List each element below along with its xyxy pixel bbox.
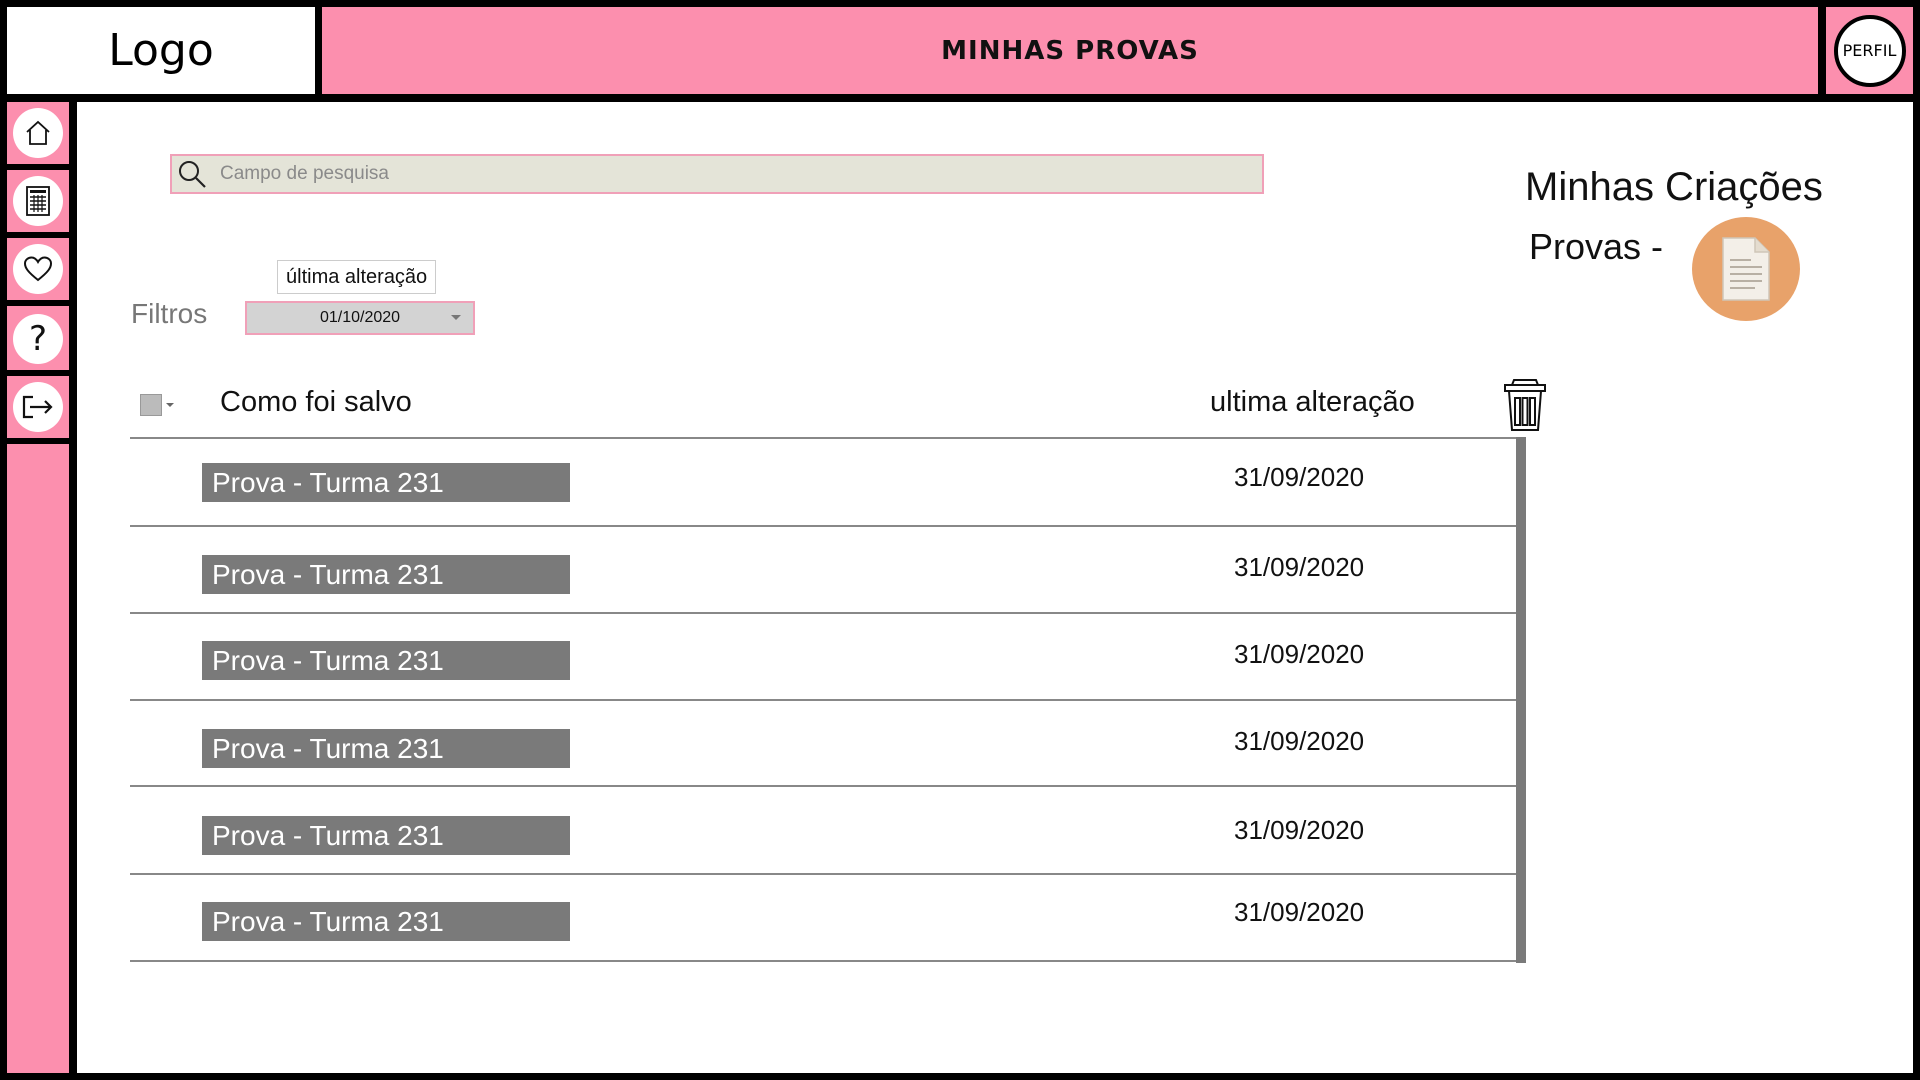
title-bar: MINHAS PROVAS <box>322 7 1818 94</box>
table-row-date: 31/09/2020 <box>1234 639 1365 669</box>
new-exam-button[interactable] <box>1692 217 1800 321</box>
sidebar-item-help[interactable]: ? <box>7 308 69 370</box>
sidebar-item-documents[interactable] <box>7 170 69 232</box>
row-divider <box>130 785 1525 787</box>
sidebar-item-favorites[interactable] <box>7 238 69 300</box>
app-frame: Logo MINHAS PROVAS PERFIL ? Campo de pes… <box>0 0 1920 1080</box>
heart-icon <box>13 244 63 294</box>
row-divider <box>130 437 1525 439</box>
creations-subtitle: Provas - <box>1529 226 1664 267</box>
main-content: última alteração Filtros 01/10/2020 Como… <box>77 102 1913 1073</box>
scrollbar[interactable] <box>1516 437 1526 963</box>
chevron-down-icon <box>451 315 461 320</box>
page-title: MINHAS PROVAS <box>941 35 1199 66</box>
profile-button[interactable]: PERFIL <box>1833 14 1906 87</box>
column-header-last-modified: ultima alteração <box>1210 386 1415 418</box>
profile-label: PERFIL <box>1842 41 1897 60</box>
filter-label: Filtros <box>131 298 208 329</box>
trash-icon[interactable] <box>1500 374 1550 434</box>
search-icon <box>172 156 212 192</box>
filter-tooltip: última alteração <box>277 260 437 294</box>
table-row-name[interactable]: Prova - Turma 231 <box>202 641 570 680</box>
row-divider <box>130 960 1525 962</box>
table-row-date: 31/09/2020 <box>1234 897 1365 927</box>
table-row-date: 31/09/2020 <box>1234 462 1365 492</box>
column-header-saved-as: Como foi salvo <box>220 386 412 418</box>
table-header: Como foi salvo ultima alteração <box>130 374 1546 434</box>
table-row-date: 31/09/2020 <box>1234 552 1365 582</box>
table-row-name[interactable]: Prova - Turma 231 <box>202 729 570 768</box>
sidebar-item-home[interactable] <box>7 102 69 164</box>
document-icon <box>1722 237 1770 301</box>
profile-area: PERFIL <box>1826 7 1913 94</box>
select-all-checkbox[interactable] <box>140 394 162 416</box>
row-divider <box>130 873 1525 875</box>
date-filter-select[interactable]: 01/10/2020 <box>245 301 475 335</box>
row-divider <box>130 699 1525 701</box>
logo[interactable]: Logo <box>7 7 315 94</box>
question-icon: ? <box>13 314 63 364</box>
document-list-icon <box>13 176 63 226</box>
home-icon <box>13 108 63 158</box>
search-bar[interactable] <box>170 154 1264 194</box>
logo-text: Logo <box>108 25 214 76</box>
chevron-down-icon[interactable] <box>166 403 174 407</box>
creations-title: Minhas Criações <box>1525 165 1823 209</box>
logout-icon <box>13 382 63 432</box>
sidebar-divider <box>7 300 69 306</box>
table-row-date: 31/09/2020 <box>1234 815 1365 845</box>
table-row-date: 31/09/2020 <box>1234 726 1365 756</box>
sidebar: ? <box>7 102 69 1073</box>
date-filter-value: 01/10/2020 <box>319 309 401 326</box>
sidebar-item-logout[interactable] <box>7 376 69 438</box>
row-divider <box>130 612 1525 614</box>
row-divider <box>130 525 1525 527</box>
table-row-name[interactable]: Prova - Turma 231 <box>202 902 570 941</box>
sidebar-divider <box>7 438 69 444</box>
table-row-name[interactable]: Prova - Turma 231 <box>202 463 570 502</box>
table-row-name[interactable]: Prova - Turma 231 <box>202 555 570 594</box>
table-row-name[interactable]: Prova - Turma 231 <box>202 816 570 855</box>
search-input[interactable] <box>218 162 1222 186</box>
